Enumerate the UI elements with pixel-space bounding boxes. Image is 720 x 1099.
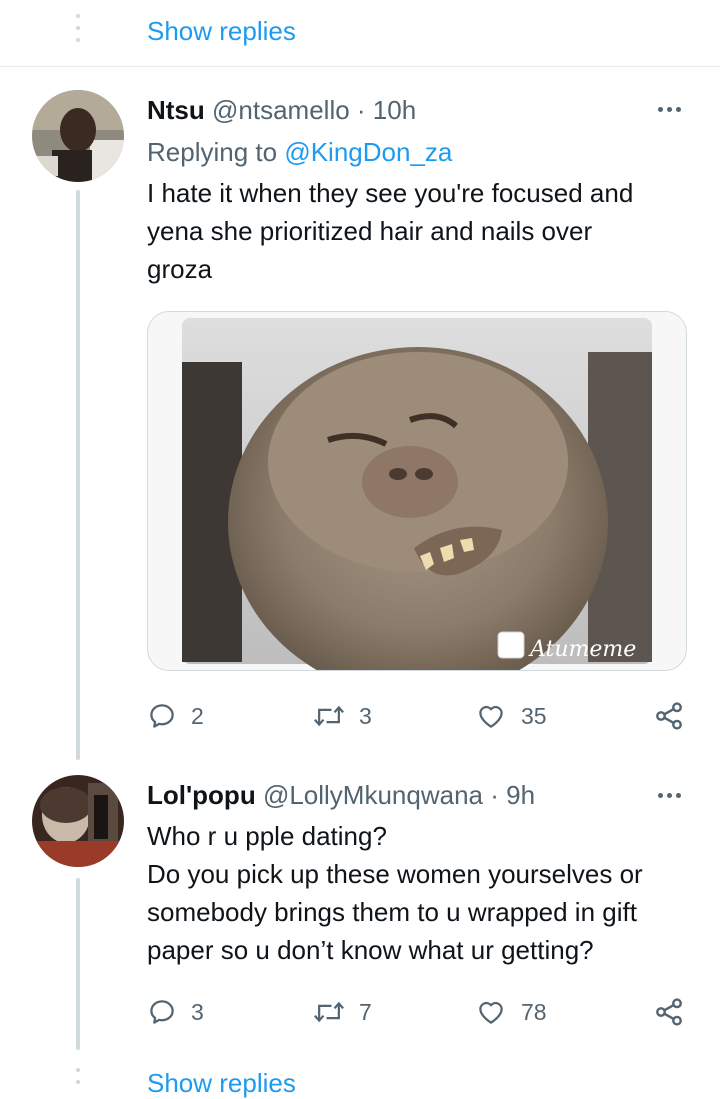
show-replies-link-top[interactable]: Show replies [147, 16, 296, 47]
avatar[interactable] [32, 775, 124, 867]
reply-count: 3 [191, 998, 204, 1025]
reply-count: 2 [191, 702, 204, 729]
tweet-text-line: I hate it when they see you're focused a… [147, 178, 634, 208]
tweet-header: Ntsu @ntsamello · 10h [147, 94, 416, 126]
reply-icon [150, 704, 174, 728]
user-handle[interactable]: @ntsamello [212, 95, 350, 125]
heart-icon [479, 1001, 503, 1024]
share-button[interactable] [653, 696, 685, 736]
tweet-text: I hate it when they see you're focused a… [147, 174, 692, 288]
tweet-text-line: paper so u don’t know what ur getting? [147, 935, 594, 965]
tweet-actions: 2 3 35 [147, 696, 692, 736]
display-name[interactable]: Ntsu [147, 95, 205, 125]
retweet-button[interactable]: 7 [313, 992, 372, 1032]
user-handle[interactable]: @LollyMkunqwana [263, 780, 483, 810]
more-icon[interactable] [654, 790, 684, 800]
reply-icon [150, 1000, 174, 1024]
retweet-icon [314, 705, 344, 727]
avatar[interactable] [32, 90, 124, 182]
replying-label: Replying to [147, 137, 278, 167]
heart-icon [479, 705, 503, 728]
retweet-count: 3 [359, 702, 372, 729]
retweet-icon [314, 1001, 344, 1023]
like-button[interactable]: 35 [475, 696, 547, 736]
tweet-text-line: somebody brings them to u wrapped in gif… [147, 897, 637, 927]
like-button[interactable]: 78 [475, 992, 547, 1032]
tweet-header: Lol'popu @LollyMkunqwana · 9h [147, 779, 535, 811]
retweet-button[interactable]: 3 [313, 696, 372, 736]
tweet-text-line: Who r u pple dating? [147, 821, 387, 851]
thread-dots-top [76, 14, 80, 50]
tweet-media-image[interactable]: Atumeme [147, 311, 687, 671]
reply-button[interactable]: 3 [147, 992, 204, 1032]
thread-dots-bottom [76, 1068, 80, 1092]
like-count: 78 [521, 998, 547, 1025]
tweet-text-line: yena she prioritized hair and nails over [147, 216, 593, 246]
reply-button[interactable]: 2 [147, 696, 204, 736]
tweet-text-line: groza [147, 254, 213, 284]
share-button[interactable] [653, 992, 685, 1032]
share-icon [656, 998, 682, 1026]
tweet-actions: 3 7 78 [147, 992, 692, 1032]
tweet-text-line: Do you pick up these women yourselves or [147, 859, 643, 889]
timestamp[interactable]: · 10h [357, 95, 416, 125]
share-icon [656, 702, 682, 730]
like-count: 35 [521, 702, 547, 729]
divider [0, 66, 720, 67]
media-watermark: Atumeme [528, 637, 636, 662]
timestamp[interactable]: · 9h [490, 780, 535, 810]
show-replies-link-bottom[interactable]: Show replies [147, 1068, 296, 1099]
more-icon[interactable] [654, 104, 684, 114]
replying-handle[interactable]: @KingDon_za [284, 137, 452, 167]
tweet-text: Who r u pple dating? Do you pick up thes… [147, 817, 692, 969]
retweet-count: 7 [359, 998, 372, 1025]
display-name[interactable]: Lol'popu [147, 780, 256, 810]
thread-line [76, 878, 80, 1050]
replying-to: Replying to @KingDon_za [147, 136, 452, 168]
thread-line [76, 190, 80, 760]
